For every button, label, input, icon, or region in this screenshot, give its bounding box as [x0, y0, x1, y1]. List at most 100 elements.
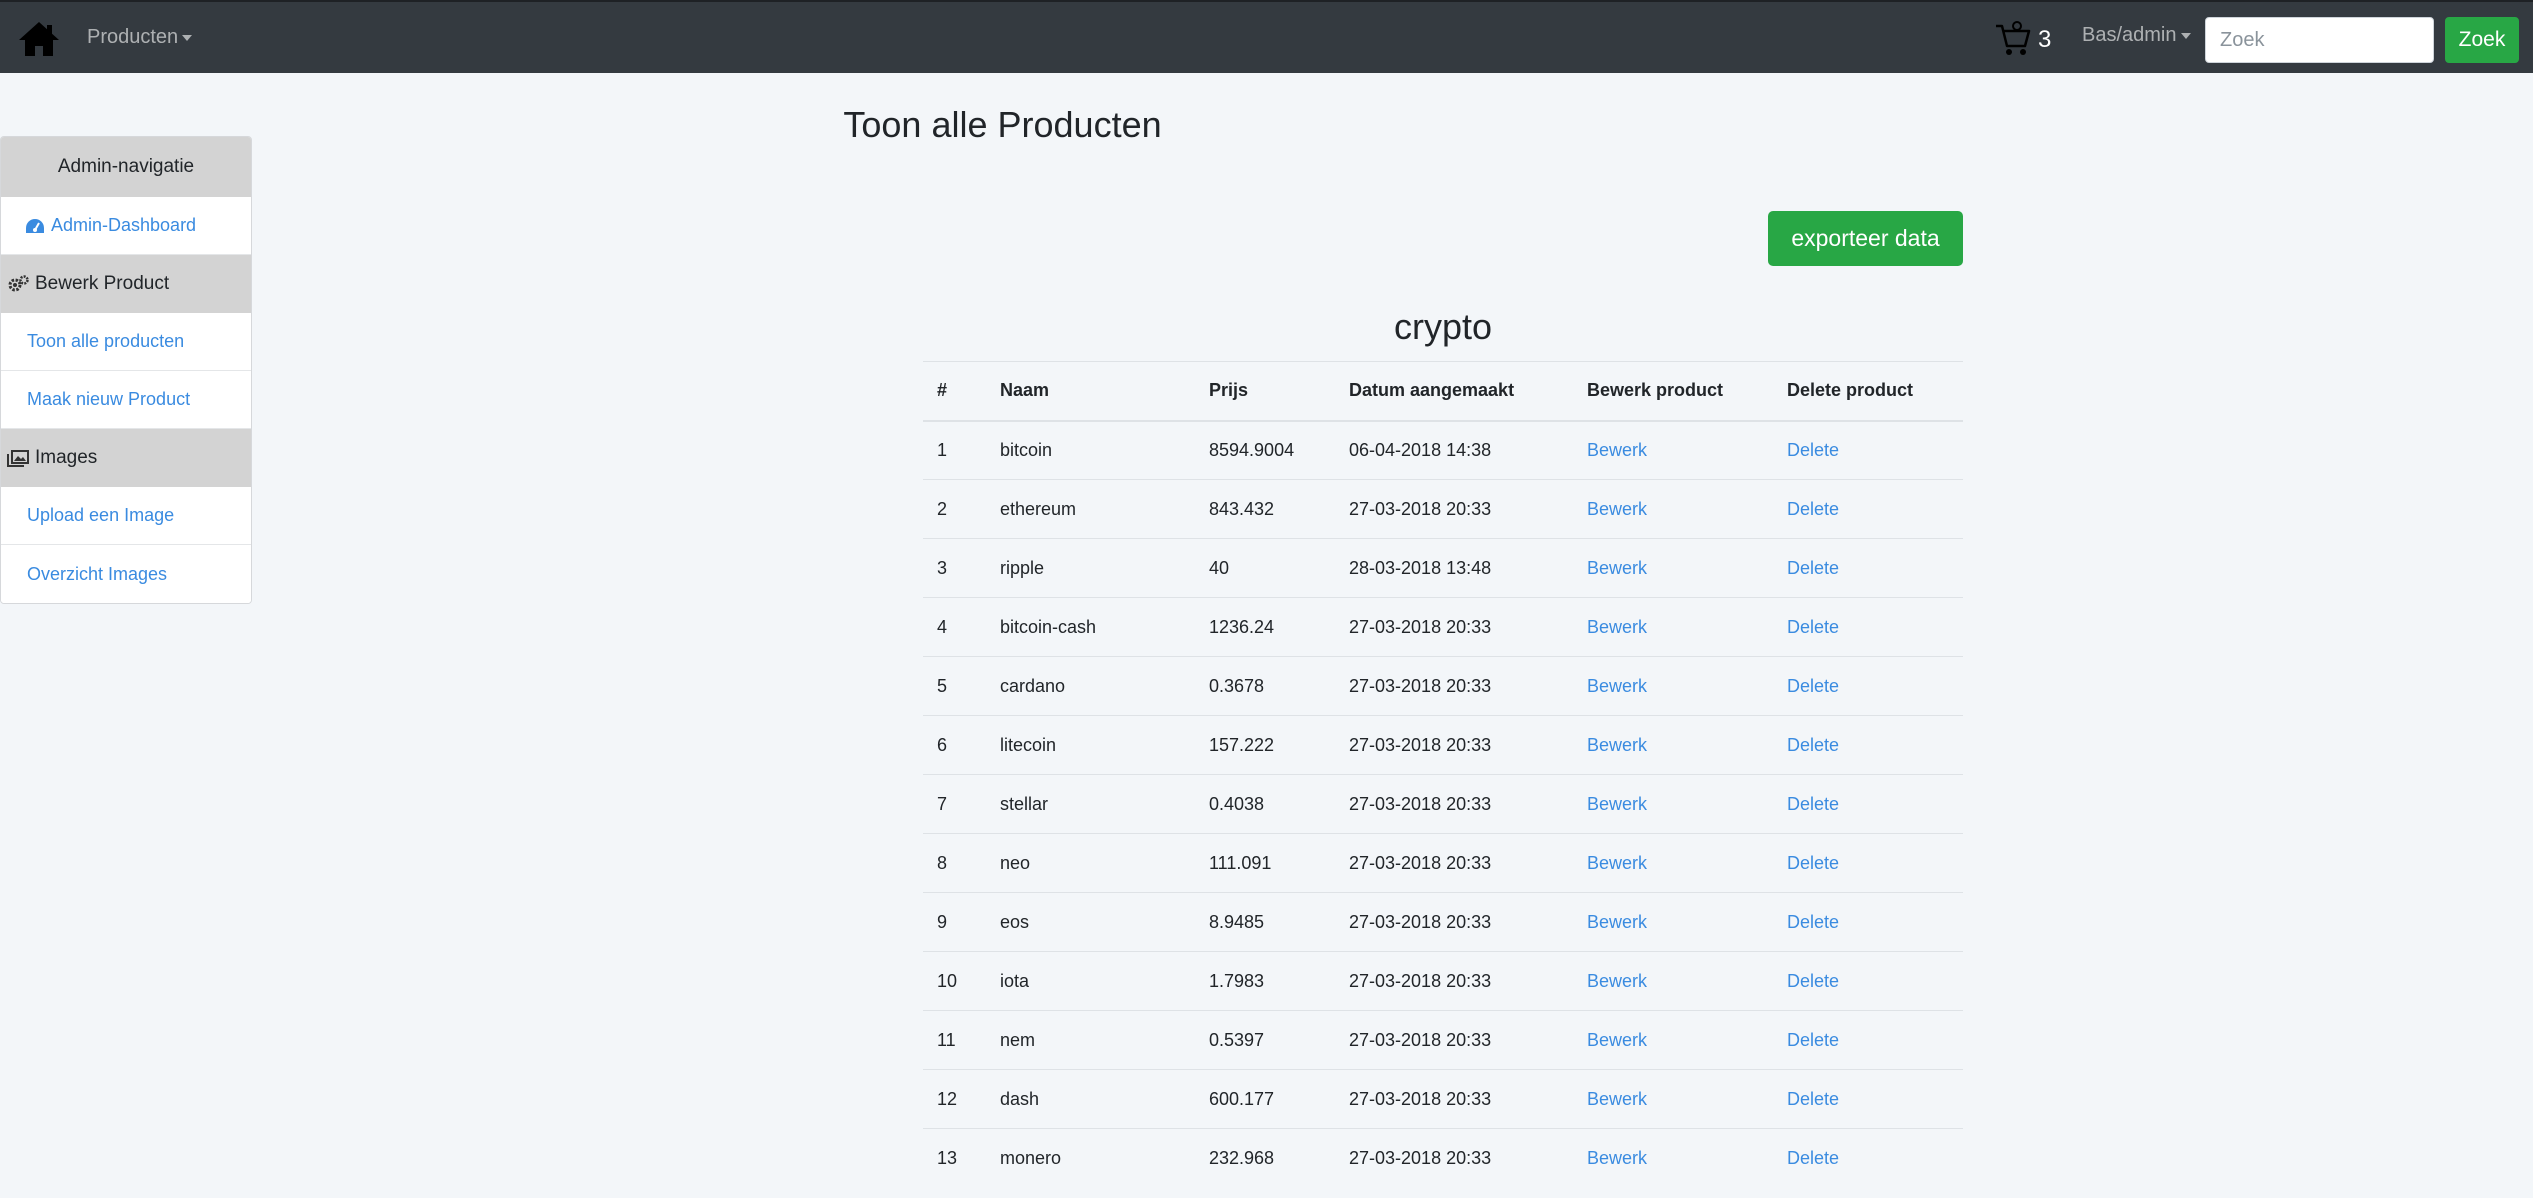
bewerk-link[interactable]: Bewerk: [1573, 715, 1773, 775]
row-date: 27-03-2018 20:33: [1335, 597, 1573, 657]
sidebar-section-bewerk-product: Bewerk Product: [1, 255, 251, 313]
bewerk-link[interactable]: Bewerk: [1573, 774, 1773, 834]
user-label: Bas/admin: [2082, 24, 2177, 46]
row-name: cardano: [986, 656, 1195, 716]
table-row: 9 eos 8.9485 27-03-2018 20:33 Bewerk Delete: [923, 892, 1963, 952]
table-row: 7 stellar 0.4038 27-03-2018 20:33 Bewerk Dele…: [923, 774, 1963, 834]
row-name: eos: [986, 892, 1195, 952]
bewerk-link[interactable]: Bewerk: [1573, 1069, 1773, 1129]
row-date: 27-03-2018 20:33: [1335, 1128, 1573, 1188]
sidebar-header: Admin-navigatie: [1, 137, 251, 197]
search-input[interactable]: [2205, 17, 2434, 63]
table-row: 11 nem 0.5397 27-03-2018 20:33 Bewerk Delete: [923, 1010, 1963, 1070]
bewerk-link[interactable]: Bewerk: [1573, 833, 1773, 893]
table-row: 10 iota 1.7983 27-03-2018 20:33 Bewerk Delete: [923, 951, 1963, 1011]
bewerk-link[interactable]: Bewerk: [1573, 597, 1773, 657]
table-row: 13 monero 232.968 27-03-2018 20:33 Bewerk Del…: [923, 1128, 1963, 1188]
delete-link[interactable]: Delete: [1773, 892, 1963, 952]
row-name: litecoin: [986, 715, 1195, 775]
producten-dropdown[interactable]: Producten: [87, 26, 193, 49]
column-header: Delete product: [1773, 361, 1963, 422]
search-button[interactable]: Zoek: [2445, 17, 2519, 63]
chevron-down-icon: [2180, 32, 2191, 39]
images-icon: [7, 450, 29, 467]
sidebar-item-admin-dashboard[interactable]: Admin-Dashboard: [1, 197, 251, 255]
page-title-wrapper: Toon alle Producten: [0, 104, 2533, 146]
home-icon[interactable]: [18, 20, 60, 58]
row-number: 13: [923, 1128, 986, 1188]
sidebar-item-upload-image[interactable]: Upload een Image: [1, 487, 251, 545]
sidebar-item-maak-nieuw-product[interactable]: Maak nieuw Product: [1, 371, 251, 429]
column-header: Prijs: [1195, 361, 1335, 422]
row-date: 27-03-2018 20:33: [1335, 774, 1573, 834]
bewerk-link[interactable]: Bewerk: [1573, 951, 1773, 1011]
producten-label: Producten: [87, 26, 179, 48]
bewerk-link[interactable]: Bewerk: [1573, 1010, 1773, 1070]
sidebar-item-toon-alle-producten[interactable]: Toon alle producten: [1, 313, 251, 371]
sidebar-item-overzicht-images[interactable]: Overzicht Images: [1, 545, 251, 603]
row-number: 2: [923, 479, 986, 539]
bewerk-link[interactable]: Bewerk: [1573, 538, 1773, 598]
delete-link[interactable]: Delete: [1773, 1069, 1963, 1129]
bewerk-link[interactable]: Bewerk: [1573, 479, 1773, 539]
bewerk-link[interactable]: Bewerk: [1573, 656, 1773, 716]
row-name: neo: [986, 833, 1195, 893]
table-row: 12 dash 600.177 27-03-2018 20:33 Bewerk Delet…: [923, 1069, 1963, 1129]
sidebar-item-label: Admin-Dashboard: [51, 215, 197, 235]
chevron-down-icon: [182, 34, 193, 41]
delete-link[interactable]: Delete: [1773, 420, 1963, 480]
admin-sidebar: Admin-navigatie Admin-Dashboard Bewerk P…: [0, 136, 252, 604]
row-price: 1.7983: [1195, 951, 1335, 1011]
row-price: 157.222: [1195, 715, 1335, 775]
delete-link[interactable]: Delete: [1773, 951, 1963, 1011]
row-date: 28-03-2018 13:48: [1335, 538, 1573, 598]
row-name: ripple: [986, 538, 1195, 598]
row-number: 11: [923, 1010, 986, 1070]
table-row: 5 cardano 0.3678 27-03-2018 20:33 Bewerk Dele…: [923, 656, 1963, 716]
row-date: 27-03-2018 20:33: [1335, 479, 1573, 539]
row-name: iota: [986, 951, 1195, 1011]
row-date: 27-03-2018 20:33: [1335, 715, 1573, 775]
row-price: 0.3678: [1195, 656, 1335, 716]
bewerk-link[interactable]: Bewerk: [1573, 420, 1773, 480]
cart-icon[interactable]: [1995, 20, 2031, 58]
column-header: Naam: [986, 361, 1195, 422]
row-price: 111.091: [1195, 833, 1335, 893]
row-name: nem: [986, 1010, 1195, 1070]
bewerk-link[interactable]: Bewerk: [1573, 1128, 1773, 1188]
table-header-row: # Naam Prijs Datum aangemaakt Bewerk pro…: [923, 361, 1963, 422]
delete-link[interactable]: Delete: [1773, 479, 1963, 539]
row-price: 0.5397: [1195, 1010, 1335, 1070]
sidebar-section-images: Images: [1, 429, 251, 487]
row-name: dash: [986, 1069, 1195, 1129]
row-date: 06-04-2018 14:38: [1335, 420, 1573, 480]
row-number: 1: [923, 420, 986, 480]
table-row: 4 bitcoin-cash 1236.24 27-03-2018 20:33 Bewe…: [923, 597, 1963, 657]
row-name: bitcoin-cash: [986, 597, 1195, 657]
row-number: 5: [923, 656, 986, 716]
delete-link[interactable]: Delete: [1773, 656, 1963, 716]
row-name: ethereum: [986, 479, 1195, 539]
products-table: # Naam Prijs Datum aangemaakt Bewerk pro…: [923, 361, 1963, 1188]
row-date: 27-03-2018 20:33: [1335, 1010, 1573, 1070]
delete-link[interactable]: Delete: [1773, 1128, 1963, 1188]
row-name: monero: [986, 1128, 1195, 1188]
row-price: 0.4038: [1195, 774, 1335, 834]
delete-link[interactable]: Delete: [1773, 1010, 1963, 1070]
row-number: 4: [923, 597, 986, 657]
sidebar-section-title: Images: [35, 447, 98, 468]
row-name: stellar: [986, 774, 1195, 834]
user-dropdown[interactable]: Bas/admin: [2082, 24, 2191, 47]
delete-link[interactable]: Delete: [1773, 538, 1963, 598]
export-data-button[interactable]: exporteer data: [1768, 211, 1963, 266]
column-header: Bewerk product: [1573, 361, 1773, 422]
row-price: 843.432: [1195, 479, 1335, 539]
row-price: 8594.9004: [1195, 420, 1335, 480]
delete-link[interactable]: Delete: [1773, 715, 1963, 775]
bewerk-link[interactable]: Bewerk: [1573, 892, 1773, 952]
delete-link[interactable]: Delete: [1773, 833, 1963, 893]
sidebar-section-title: Bewerk Product: [35, 273, 170, 294]
table-row: 3 ripple 40 28-03-2018 13:48 Bewerk Delete: [923, 538, 1963, 598]
delete-link[interactable]: Delete: [1773, 597, 1963, 657]
delete-link[interactable]: Delete: [1773, 774, 1963, 834]
